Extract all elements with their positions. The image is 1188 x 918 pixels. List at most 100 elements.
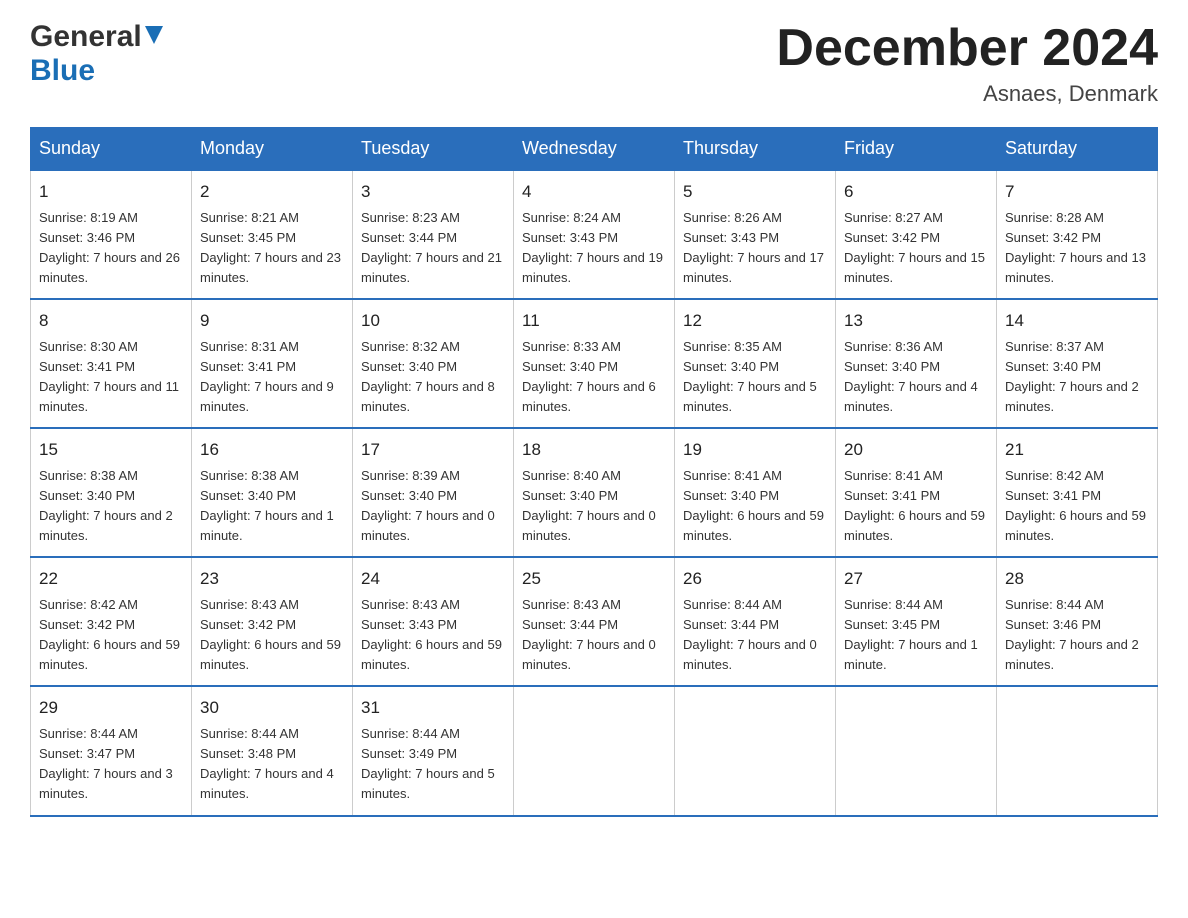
table-row: 30 Sunrise: 8:44 AMSunset: 3:48 PMDaylig… xyxy=(192,686,353,815)
table-row: 14 Sunrise: 8:37 AMSunset: 3:40 PMDaylig… xyxy=(997,299,1158,428)
day-number: 16 xyxy=(200,437,344,463)
day-info: Sunrise: 8:41 AMSunset: 3:40 PMDaylight:… xyxy=(683,468,824,543)
table-row: 13 Sunrise: 8:36 AMSunset: 3:40 PMDaylig… xyxy=(836,299,997,428)
day-number: 30 xyxy=(200,695,344,721)
day-info: Sunrise: 8:41 AMSunset: 3:41 PMDaylight:… xyxy=(844,468,985,543)
col-friday: Friday xyxy=(836,128,997,171)
logo: General Blue xyxy=(30,20,163,88)
day-number: 13 xyxy=(844,308,988,334)
day-number: 27 xyxy=(844,566,988,592)
table-row: 12 Sunrise: 8:35 AMSunset: 3:40 PMDaylig… xyxy=(675,299,836,428)
table-row: 29 Sunrise: 8:44 AMSunset: 3:47 PMDaylig… xyxy=(31,686,192,815)
day-number: 6 xyxy=(844,179,988,205)
logo-triangle-icon xyxy=(145,26,163,44)
table-row: 5 Sunrise: 8:26 AMSunset: 3:43 PMDayligh… xyxy=(675,170,836,299)
table-row: 19 Sunrise: 8:41 AMSunset: 3:40 PMDaylig… xyxy=(675,428,836,557)
day-info: Sunrise: 8:28 AMSunset: 3:42 PMDaylight:… xyxy=(1005,210,1146,285)
day-info: Sunrise: 8:24 AMSunset: 3:43 PMDaylight:… xyxy=(522,210,663,285)
table-row: 21 Sunrise: 8:42 AMSunset: 3:41 PMDaylig… xyxy=(997,428,1158,557)
table-row: 7 Sunrise: 8:28 AMSunset: 3:42 PMDayligh… xyxy=(997,170,1158,299)
day-number: 26 xyxy=(683,566,827,592)
table-row: 28 Sunrise: 8:44 AMSunset: 3:46 PMDaylig… xyxy=(997,557,1158,686)
day-number: 23 xyxy=(200,566,344,592)
calendar-week-row: 8 Sunrise: 8:30 AMSunset: 3:41 PMDayligh… xyxy=(31,299,1158,428)
day-info: Sunrise: 8:26 AMSunset: 3:43 PMDaylight:… xyxy=(683,210,824,285)
col-saturday: Saturday xyxy=(997,128,1158,171)
table-row: 4 Sunrise: 8:24 AMSunset: 3:43 PMDayligh… xyxy=(514,170,675,299)
day-number: 24 xyxy=(361,566,505,592)
day-info: Sunrise: 8:23 AMSunset: 3:44 PMDaylight:… xyxy=(361,210,502,285)
table-row: 25 Sunrise: 8:43 AMSunset: 3:44 PMDaylig… xyxy=(514,557,675,686)
day-number: 20 xyxy=(844,437,988,463)
day-number: 11 xyxy=(522,308,666,334)
calendar-week-row: 29 Sunrise: 8:44 AMSunset: 3:47 PMDaylig… xyxy=(31,686,1158,815)
day-number: 12 xyxy=(683,308,827,334)
title-block: December 2024 Asnaes, Denmark xyxy=(776,20,1158,107)
day-number: 15 xyxy=(39,437,183,463)
day-info: Sunrise: 8:44 AMSunset: 3:48 PMDaylight:… xyxy=(200,726,334,801)
calendar-week-row: 1 Sunrise: 8:19 AMSunset: 3:46 PMDayligh… xyxy=(31,170,1158,299)
table-row: 17 Sunrise: 8:39 AMSunset: 3:40 PMDaylig… xyxy=(353,428,514,557)
day-number: 31 xyxy=(361,695,505,721)
day-info: Sunrise: 8:43 AMSunset: 3:42 PMDaylight:… xyxy=(200,597,341,672)
day-number: 3 xyxy=(361,179,505,205)
table-row: 31 Sunrise: 8:44 AMSunset: 3:49 PMDaylig… xyxy=(353,686,514,815)
table-row: 23 Sunrise: 8:43 AMSunset: 3:42 PMDaylig… xyxy=(192,557,353,686)
col-tuesday: Tuesday xyxy=(353,128,514,171)
day-info: Sunrise: 8:40 AMSunset: 3:40 PMDaylight:… xyxy=(522,468,656,543)
table-row: 15 Sunrise: 8:38 AMSunset: 3:40 PMDaylig… xyxy=(31,428,192,557)
day-number: 10 xyxy=(361,308,505,334)
day-info: Sunrise: 8:38 AMSunset: 3:40 PMDaylight:… xyxy=(39,468,173,543)
table-row xyxy=(675,686,836,815)
day-number: 2 xyxy=(200,179,344,205)
day-number: 17 xyxy=(361,437,505,463)
col-thursday: Thursday xyxy=(675,128,836,171)
table-row: 6 Sunrise: 8:27 AMSunset: 3:42 PMDayligh… xyxy=(836,170,997,299)
table-row: 9 Sunrise: 8:31 AMSunset: 3:41 PMDayligh… xyxy=(192,299,353,428)
table-row xyxy=(997,686,1158,815)
calendar-header-row: Sunday Monday Tuesday Wednesday Thursday… xyxy=(31,128,1158,171)
table-row: 27 Sunrise: 8:44 AMSunset: 3:45 PMDaylig… xyxy=(836,557,997,686)
logo-general-text: General xyxy=(30,20,142,54)
table-row: 3 Sunrise: 8:23 AMSunset: 3:44 PMDayligh… xyxy=(353,170,514,299)
table-row xyxy=(514,686,675,815)
day-info: Sunrise: 8:27 AMSunset: 3:42 PMDaylight:… xyxy=(844,210,985,285)
day-number: 29 xyxy=(39,695,183,721)
day-number: 8 xyxy=(39,308,183,334)
day-info: Sunrise: 8:44 AMSunset: 3:49 PMDaylight:… xyxy=(361,726,495,801)
calendar-week-row: 15 Sunrise: 8:38 AMSunset: 3:40 PMDaylig… xyxy=(31,428,1158,557)
day-info: Sunrise: 8:38 AMSunset: 3:40 PMDaylight:… xyxy=(200,468,334,543)
col-monday: Monday xyxy=(192,128,353,171)
day-info: Sunrise: 8:21 AMSunset: 3:45 PMDaylight:… xyxy=(200,210,341,285)
col-sunday: Sunday xyxy=(31,128,192,171)
day-info: Sunrise: 8:30 AMSunset: 3:41 PMDaylight:… xyxy=(39,339,179,414)
day-info: Sunrise: 8:39 AMSunset: 3:40 PMDaylight:… xyxy=(361,468,495,543)
day-number: 18 xyxy=(522,437,666,463)
table-row: 24 Sunrise: 8:43 AMSunset: 3:43 PMDaylig… xyxy=(353,557,514,686)
day-info: Sunrise: 8:43 AMSunset: 3:44 PMDaylight:… xyxy=(522,597,656,672)
table-row: 8 Sunrise: 8:30 AMSunset: 3:41 PMDayligh… xyxy=(31,299,192,428)
day-number: 1 xyxy=(39,179,183,205)
day-number: 9 xyxy=(200,308,344,334)
table-row: 22 Sunrise: 8:42 AMSunset: 3:42 PMDaylig… xyxy=(31,557,192,686)
day-info: Sunrise: 8:33 AMSunset: 3:40 PMDaylight:… xyxy=(522,339,656,414)
table-row: 16 Sunrise: 8:38 AMSunset: 3:40 PMDaylig… xyxy=(192,428,353,557)
table-row: 18 Sunrise: 8:40 AMSunset: 3:40 PMDaylig… xyxy=(514,428,675,557)
col-wednesday: Wednesday xyxy=(514,128,675,171)
day-info: Sunrise: 8:44 AMSunset: 3:45 PMDaylight:… xyxy=(844,597,978,672)
day-info: Sunrise: 8:44 AMSunset: 3:47 PMDaylight:… xyxy=(39,726,173,801)
calendar-week-row: 22 Sunrise: 8:42 AMSunset: 3:42 PMDaylig… xyxy=(31,557,1158,686)
table-row xyxy=(836,686,997,815)
day-info: Sunrise: 8:43 AMSunset: 3:43 PMDaylight:… xyxy=(361,597,502,672)
day-number: 5 xyxy=(683,179,827,205)
day-info: Sunrise: 8:32 AMSunset: 3:40 PMDaylight:… xyxy=(361,339,495,414)
table-row: 26 Sunrise: 8:44 AMSunset: 3:44 PMDaylig… xyxy=(675,557,836,686)
day-info: Sunrise: 8:42 AMSunset: 3:41 PMDaylight:… xyxy=(1005,468,1146,543)
day-number: 19 xyxy=(683,437,827,463)
day-number: 14 xyxy=(1005,308,1149,334)
logo-blue-text: Blue xyxy=(30,54,95,87)
month-title: December 2024 xyxy=(776,20,1158,77)
day-number: 21 xyxy=(1005,437,1149,463)
day-info: Sunrise: 8:44 AMSunset: 3:46 PMDaylight:… xyxy=(1005,597,1139,672)
day-info: Sunrise: 8:42 AMSunset: 3:42 PMDaylight:… xyxy=(39,597,180,672)
